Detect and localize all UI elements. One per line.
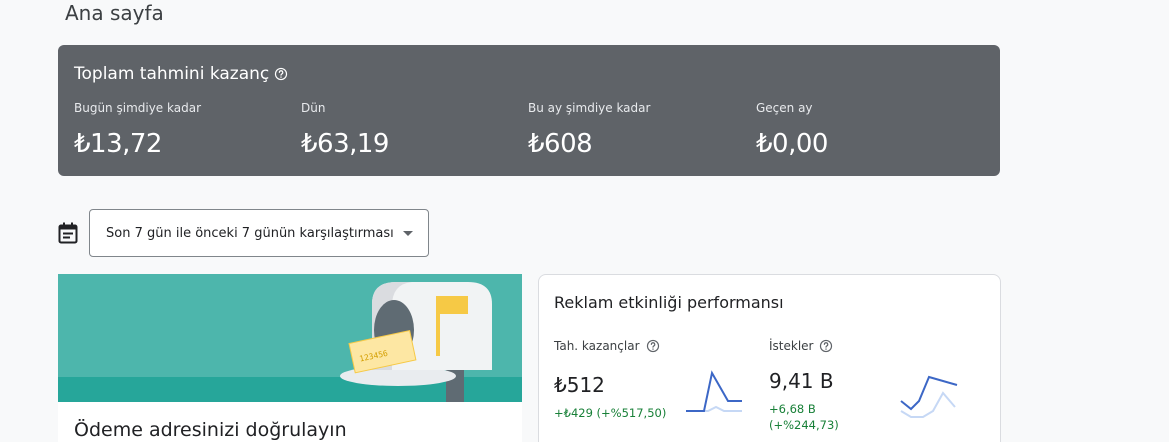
ad-performance-card: Reklam etkinliği performansı Tah. kazanç… (538, 274, 1001, 442)
performance-title: Reklam etkinliği performansı (554, 293, 784, 312)
calendar-icon (58, 222, 78, 244)
stat-earnings-value: ₺512 (554, 373, 605, 397)
help-icon[interactable] (819, 339, 833, 353)
mailbox-illustration: 123456 (340, 282, 492, 402)
help-icon[interactable] (646, 339, 660, 353)
metric-value: ₺13,72 (74, 129, 162, 159)
earnings-sparkline (686, 370, 742, 412)
page-title: Ana sayfa (65, 1, 164, 25)
address-verification-card[interactable]: 123456 Ödeme adresinizi doğrulayın (58, 274, 522, 442)
sparkline-previous (900, 391, 956, 418)
requests-sparkline (900, 375, 958, 418)
metric-label: Dün (301, 101, 326, 115)
help-icon[interactable] (274, 67, 288, 81)
home-page: Ana sayfa Toplam tahmini kazanç Bugün şi… (0, 0, 1169, 442)
earnings-title-text: Toplam tahmini kazanç (74, 64, 270, 84)
stat-requests-value: 9,41 B (769, 369, 834, 393)
metric-last-month: Geçen ay ₺0,00 (756, 101, 828, 159)
sparkline-current (686, 370, 742, 412)
stat-earnings-label: Tah. kazançlar (554, 339, 660, 353)
metric-today: Bugün şimdiye kadar ₺13,72 (74, 101, 201, 159)
metric-yesterday: Dün ₺63,19 (301, 101, 389, 159)
stat-requests-delta-pct: (+%244,73) (769, 418, 839, 432)
stat-requests-delta: +6,68 B (+%244,73) (769, 401, 839, 433)
metric-label: Bugün şimdiye kadar (74, 101, 202, 115)
date-range-value: Son 7 gün ile önceki 7 günün karşılaştır… (106, 225, 394, 241)
stat-requests-delta-abs: +6,68 B (769, 402, 816, 416)
stat-requests-label: İstekler (769, 339, 833, 353)
stat-earnings-delta: +₺429 (+%517,50) (554, 406, 667, 420)
stat-label-text: Tah. kazançlar (554, 339, 640, 353)
metric-this-month: Bu ay şimdiye kadar ₺608 (528, 101, 650, 159)
metric-label: Bu ay şimdiye kadar (528, 101, 651, 115)
address-card-title: Ödeme adresinizi doğrulayın (74, 419, 347, 441)
dropdown-arrow-icon (403, 231, 413, 236)
earnings-title: Toplam tahmini kazanç (74, 64, 288, 84)
earnings-summary-card: Toplam tahmini kazanç Bugün şimdiye kada… (58, 45, 1000, 176)
metric-label: Geçen ay (756, 101, 813, 115)
metric-value: ₺608 (528, 129, 593, 159)
metric-value: ₺0,00 (756, 129, 828, 159)
stat-label-text: İstekler (769, 339, 814, 353)
metric-value: ₺63,19 (301, 129, 389, 159)
date-range-select[interactable]: Son 7 gün ile önceki 7 günün karşılaştır… (89, 209, 429, 257)
sparkline-current (900, 375, 958, 411)
